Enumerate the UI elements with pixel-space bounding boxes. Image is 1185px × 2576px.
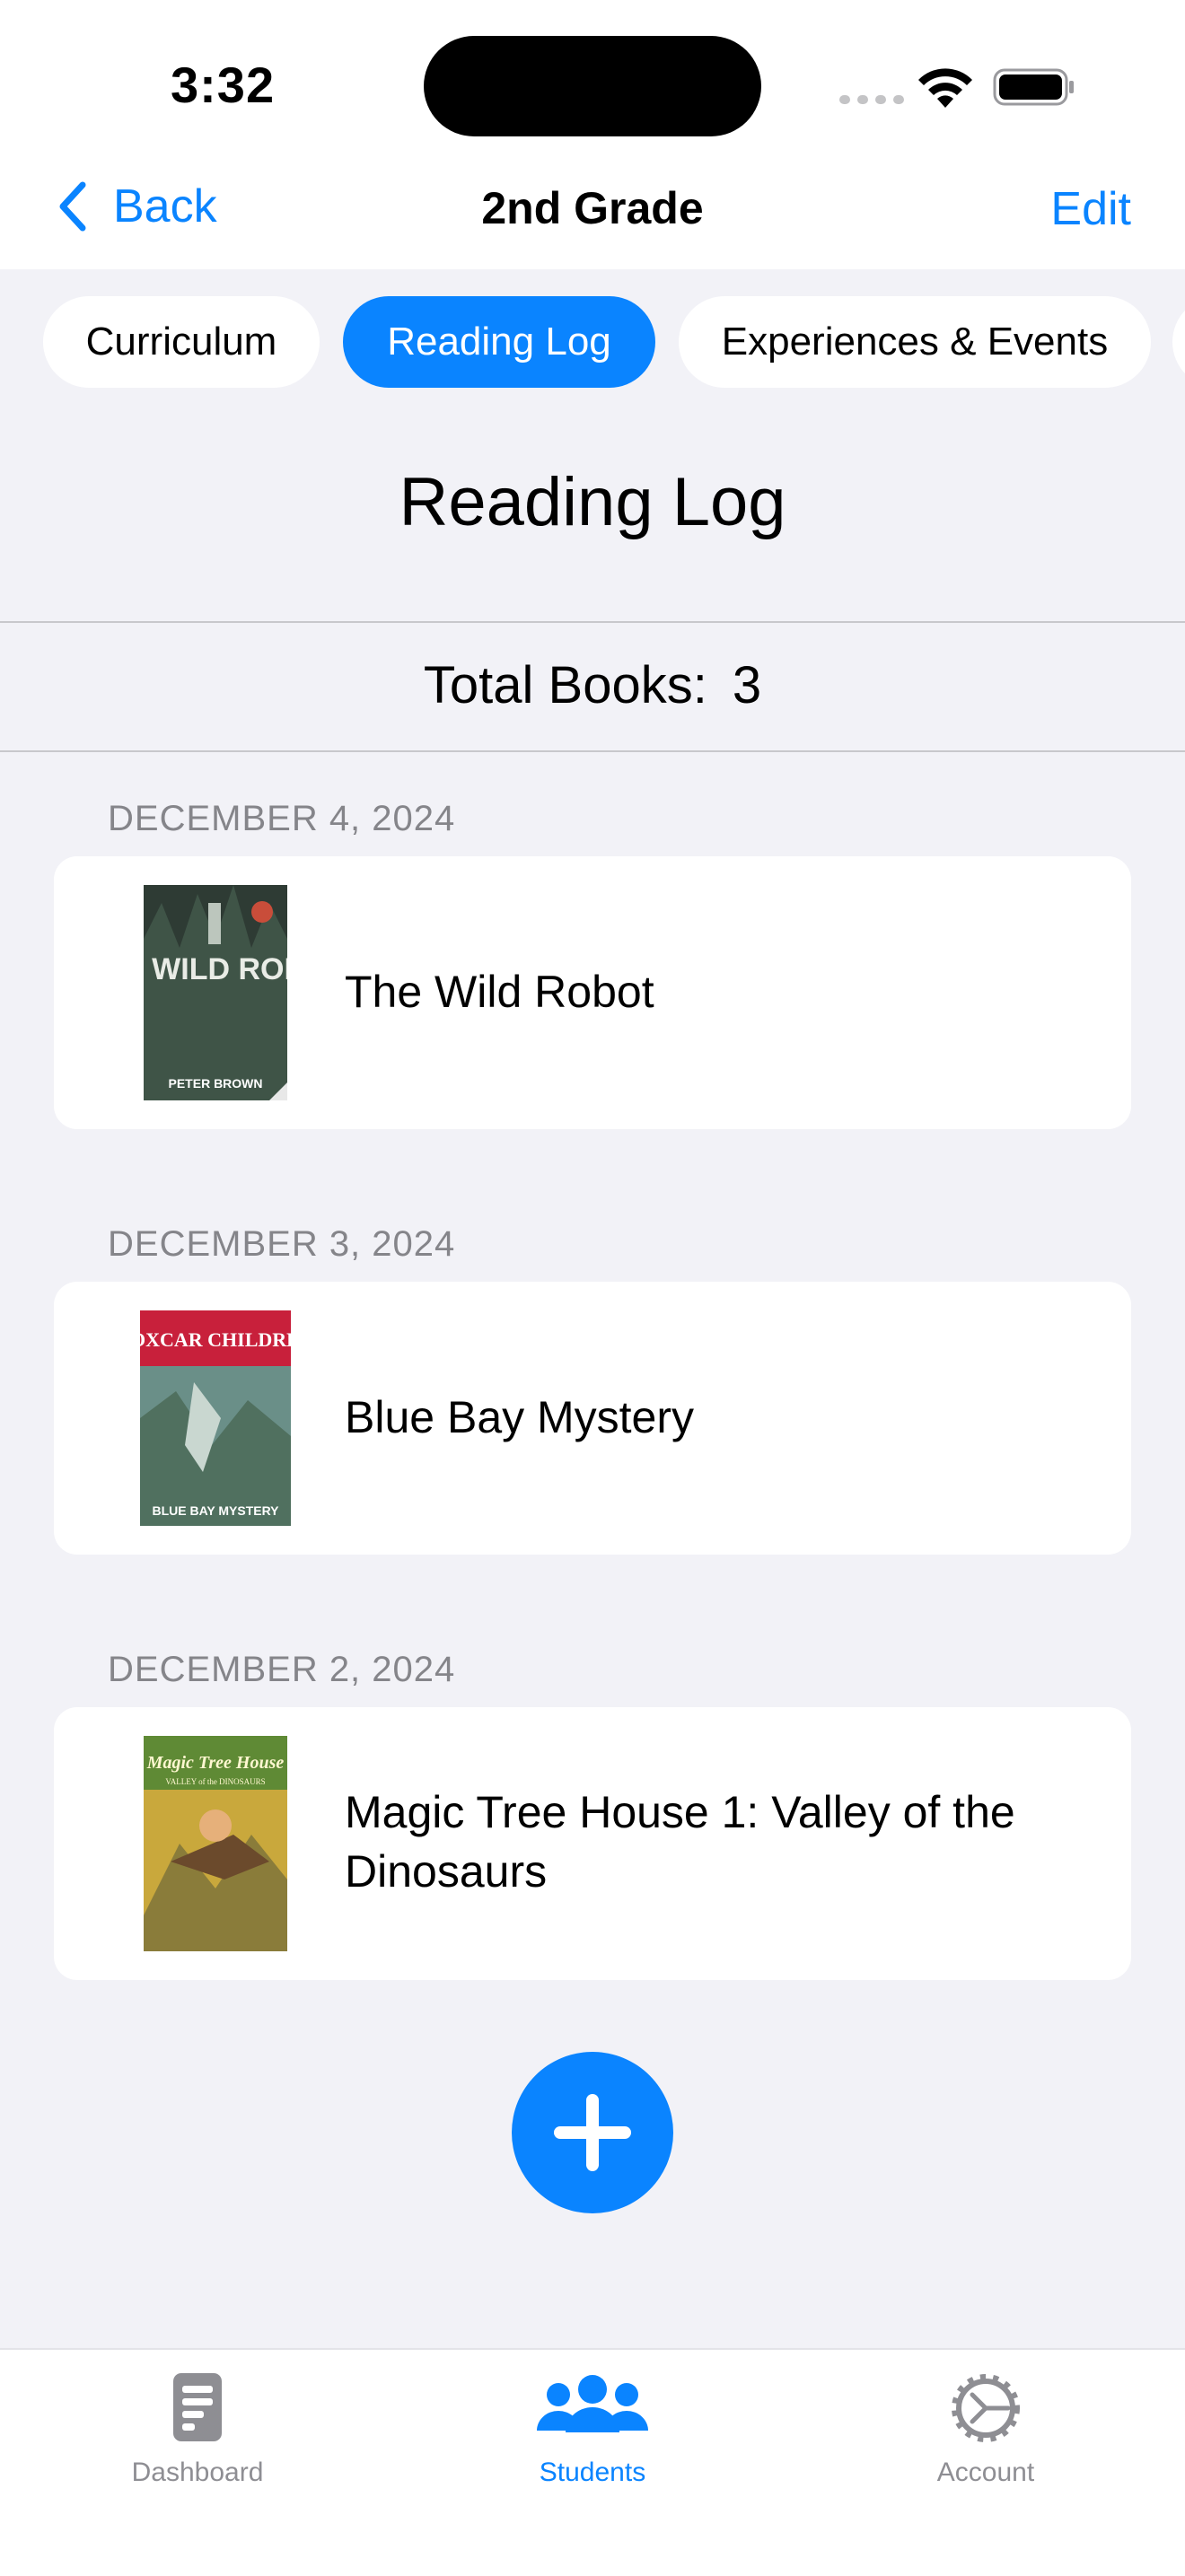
magic-tree-house-cover-icon: Magic Tree House VALLEY of the DINOSAURS	[144, 1736, 287, 1951]
tab-students[interactable]: Students	[458, 2368, 727, 2488]
nav-title: 2nd Grade	[481, 183, 704, 233]
book-title: The Wild Robot	[345, 967, 654, 1017]
wifi-icon	[918, 68, 972, 108]
cover-author-text: VALLEY of the DINOSAURS	[165, 1777, 265, 1786]
dynamic-island	[424, 36, 761, 136]
tab-dashboard-label: Dashboard	[131, 2458, 264, 2487]
total-books-count: 3	[732, 656, 762, 714]
entry-date: DECEMBER 3, 2024	[108, 1224, 456, 1264]
cover-title-text: THE WILD ROBOT	[144, 952, 287, 986]
edit-button[interactable]: Edit	[1050, 182, 1131, 236]
entry-date: DECEMBER 4, 2024	[108, 799, 456, 838]
cover-author-text: BLUE BAY MYSTERY	[152, 1503, 279, 1518]
list-item[interactable]: Magic Tree House VALLEY of the DINOSAURS…	[54, 1707, 1131, 1980]
students-icon	[537, 2375, 648, 2432]
divider	[0, 750, 1185, 752]
total-books: Total Books: 3	[0, 655, 1185, 715]
add-book-button[interactable]	[512, 2052, 673, 2213]
cellular-signal-icon	[839, 95, 904, 104]
book-title: Magic Tree House 1: Valley of the Dinosa…	[345, 1787, 1015, 1897]
tab-bar: Dashboard Students Account	[0, 2348, 1185, 2576]
plus-icon	[554, 2094, 631, 2171]
book-title: Blue Bay Mystery	[345, 1392, 695, 1442]
dashboard-icon	[173, 2373, 222, 2441]
tab-account[interactable]: Account	[851, 2368, 1120, 2488]
cover-title-text: BOXCAR CHILDREN	[140, 1328, 291, 1351]
tab-students-label: Students	[539, 2458, 646, 2487]
status-time: 3:32	[171, 57, 276, 113]
entry-date: DECEMBER 2, 2024	[108, 1650, 456, 1689]
battery-icon	[993, 68, 1074, 106]
tab-experiences-events[interactable]: Experiences & Events	[679, 296, 1151, 388]
the-wild-robot-cover-icon: THE WILD ROBOT PETER BROWN	[144, 885, 287, 1100]
tab-dashboard[interactable]: Dashboard	[63, 2368, 332, 2488]
tab-curriculum[interactable]: Curriculum	[43, 296, 320, 388]
segment-tabs: Curriculum Reading Log Experiences & Eve…	[0, 296, 1185, 390]
list-item[interactable]: BOXCAR CHILDREN BLUE BAY MYSTERY Blue Ba…	[54, 1282, 1131, 1555]
page-heading: Reading Log	[399, 464, 786, 540]
top-bar: 3:32 Back 2nd Grade Edit	[0, 0, 1185, 269]
total-books-label: Total Books:	[423, 656, 707, 714]
tab-overflow[interactable]	[1172, 296, 1185, 388]
cover-author-text: PETER BROWN	[169, 1076, 263, 1091]
tab-account-label: Account	[936, 2458, 1035, 2487]
list-item[interactable]: THE WILD ROBOT PETER BROWN The Wild Robo…	[54, 856, 1131, 1129]
gear-icon	[952, 2374, 1020, 2442]
blue-bay-mystery-cover-icon: BOXCAR CHILDREN BLUE BAY MYSTERY	[140, 1310, 291, 1526]
divider	[0, 621, 1185, 623]
cover-title-text: Magic Tree House	[146, 1753, 285, 1773]
tab-reading-log[interactable]: Reading Log	[343, 296, 655, 388]
